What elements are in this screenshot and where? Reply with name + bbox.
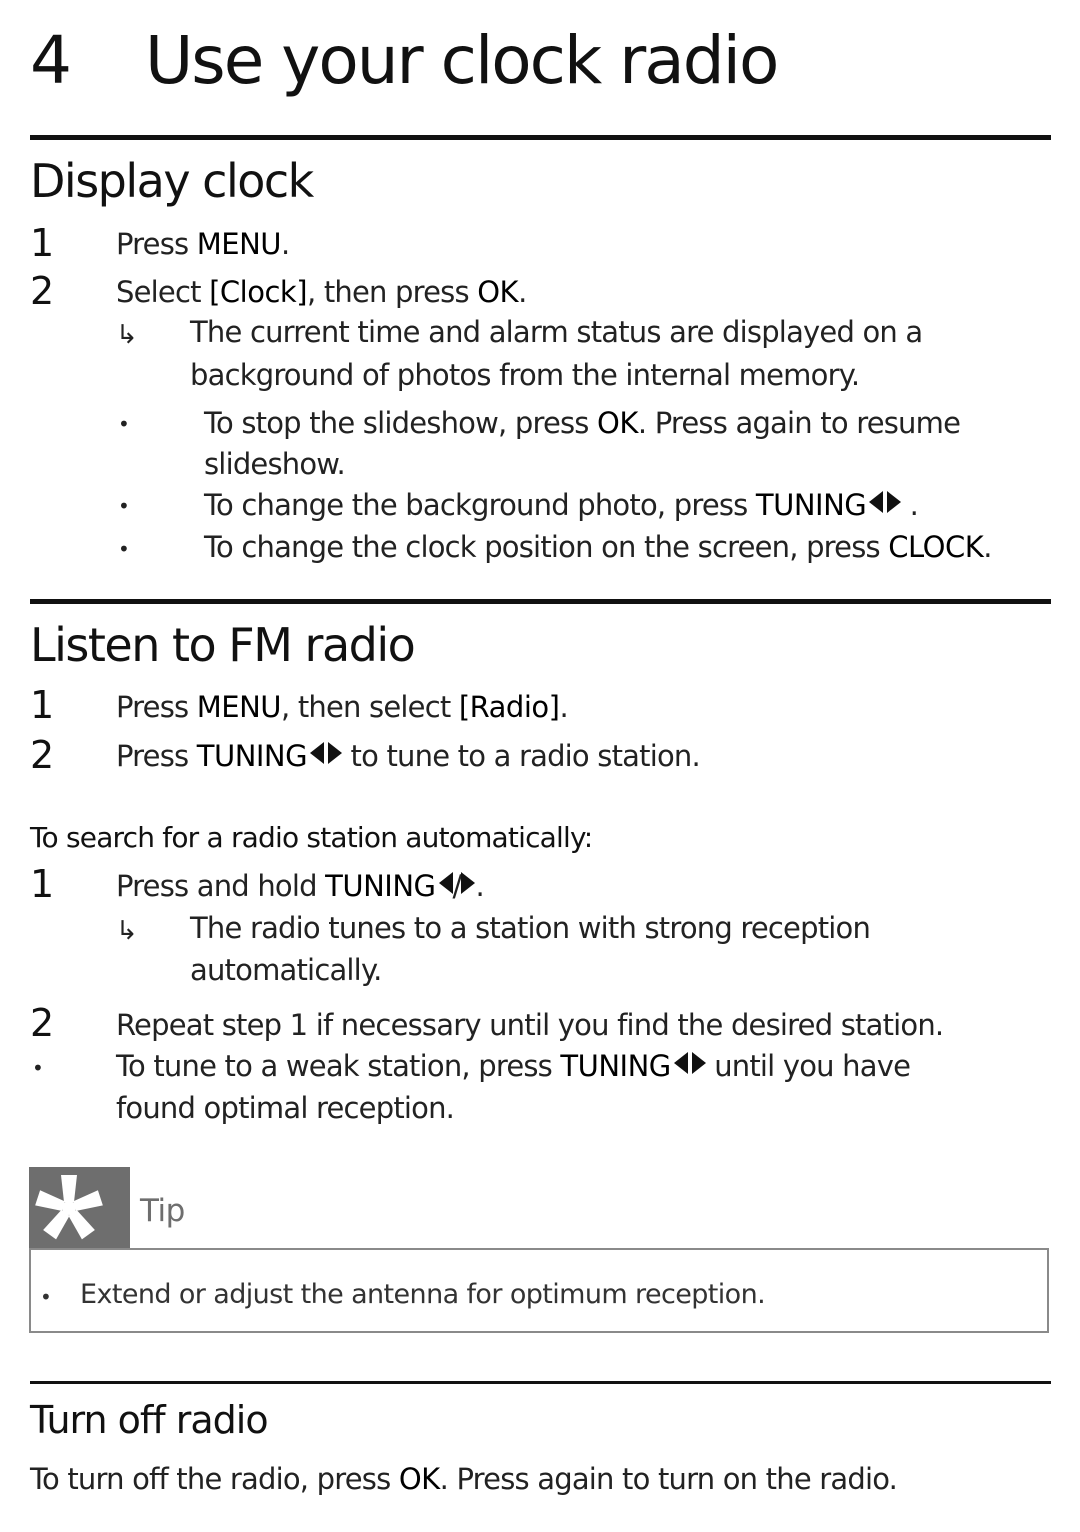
- step-text: Press and hold TUNING /.: [116, 869, 485, 903]
- step-text: Press MENU.: [116, 227, 290, 261]
- section-title-display-clock: Display clock: [30, 154, 314, 208]
- text: .: [559, 690, 568, 724]
- text: , then press: [307, 275, 478, 309]
- step-number: 1: [30, 862, 54, 906]
- tip-label: Tip: [140, 1193, 185, 1229]
- text: Press and hold: [116, 869, 326, 903]
- step-text: Press MENU, then select [Radio].: [116, 690, 569, 724]
- text: To stop the slideshow, press: [204, 406, 598, 440]
- result-text: background of photos from the internal m…: [190, 358, 860, 392]
- step-number: 2: [30, 733, 54, 777]
- section-title-turn-off: Turn off radio: [30, 1398, 269, 1442]
- text: /: [452, 869, 463, 903]
- bullet-icon: •: [118, 537, 130, 561]
- step-number: 1: [30, 221, 54, 265]
- triangle-right-icon: [328, 742, 343, 764]
- key-label: [Clock]: [209, 275, 308, 309]
- triangle-left-icon: [673, 1052, 688, 1074]
- chapter-divider: [30, 135, 1051, 140]
- tip-text: Extend or adjust the antenna for optimum…: [80, 1279, 766, 1310]
- key-label: TUNING: [325, 869, 436, 903]
- key-label: [Radio]: [458, 690, 560, 724]
- asterisk-tip-icon: [35, 1175, 103, 1240]
- text: . Press again to resume: [637, 406, 961, 440]
- text: To tune to a weak station, press: [116, 1049, 561, 1083]
- result-text: The current time and alarm status are di…: [190, 315, 923, 349]
- bullet-icon: •: [118, 412, 130, 436]
- bullet-text: To stop the slideshow, press OK. Press a…: [204, 406, 961, 440]
- text: Select: [116, 275, 210, 309]
- bullet-text: To change the background photo, press TU…: [204, 488, 919, 522]
- section-divider: [30, 599, 1051, 604]
- text: To change the background photo, press: [204, 488, 756, 522]
- step-number: 1: [30, 683, 54, 727]
- text: .: [983, 530, 992, 564]
- step-text: Select [Clock], then press OK.: [116, 275, 527, 309]
- bullet-text: To tune to a weak station, press TUNING …: [116, 1049, 911, 1083]
- step-number: 2: [30, 1001, 54, 1045]
- key-label: TUNING: [196, 739, 308, 773]
- text: Press: [116, 227, 197, 261]
- text: .: [281, 227, 290, 261]
- step-text: Press TUNING to tune to a radio station.: [116, 739, 701, 773]
- bullet-icon: •: [118, 494, 130, 518]
- triangle-left-icon: [310, 742, 325, 764]
- result-text: automatically.: [190, 953, 382, 987]
- bullet-icon: •: [32, 1056, 44, 1080]
- key-label: OK: [597, 406, 638, 440]
- key-label: OK: [477, 275, 519, 309]
- text: To turn off the radio, press: [30, 1462, 399, 1496]
- auto-search-heading: To search for a radio station automatica…: [30, 821, 593, 854]
- text: . Press again to turn on the radio.: [439, 1462, 898, 1496]
- bullet-text: To change the clock position on the scre…: [204, 533, 992, 562]
- bullet-text: found optimal reception.: [116, 1091, 455, 1125]
- step-number: 2: [30, 269, 54, 313]
- triangle-right-icon: [691, 1052, 706, 1074]
- text: Press: [116, 739, 197, 773]
- turn-off-text: To turn off the radio, press OK. Press a…: [30, 1462, 898, 1496]
- text: To change the clock position on the scre…: [204, 530, 889, 564]
- section-divider: [30, 1381, 1051, 1384]
- section-title-fm-radio: Listen to FM radio: [30, 618, 416, 672]
- key-label: TUNING: [755, 488, 867, 522]
- triangle-left-icon: [438, 872, 453, 894]
- chapter-title: Use your clock radio: [145, 22, 779, 99]
- bullet-text: slideshow.: [204, 447, 346, 481]
- result-text: The radio tunes to a station with strong…: [190, 911, 871, 945]
- triangle-right-icon: [887, 491, 902, 513]
- text: , then select: [281, 690, 459, 724]
- triangle-right-icon: [461, 872, 476, 894]
- triangle-left-icon: [869, 491, 884, 513]
- step-text: Repeat step 1 if necessary until you fin…: [116, 1008, 944, 1042]
- result-arrow-icon: ↳: [116, 916, 138, 946]
- text: .: [475, 869, 484, 903]
- key-label: MENU: [196, 690, 282, 724]
- chapter-number: 4: [30, 22, 72, 99]
- text: .: [901, 488, 919, 522]
- key-label: MENU: [196, 227, 282, 261]
- result-arrow-icon: ↳: [116, 320, 138, 350]
- key-label: CLOCK: [888, 530, 984, 564]
- key-label: TUNING: [560, 1049, 671, 1083]
- text: to tune to a radio station.: [342, 739, 701, 773]
- key-label: OK: [398, 1462, 440, 1496]
- text: Press: [116, 690, 197, 724]
- tip-icon-box: [29, 1167, 130, 1249]
- bullet-icon: •: [40, 1285, 52, 1309]
- text: .: [518, 275, 527, 309]
- text: until you have: [705, 1049, 911, 1083]
